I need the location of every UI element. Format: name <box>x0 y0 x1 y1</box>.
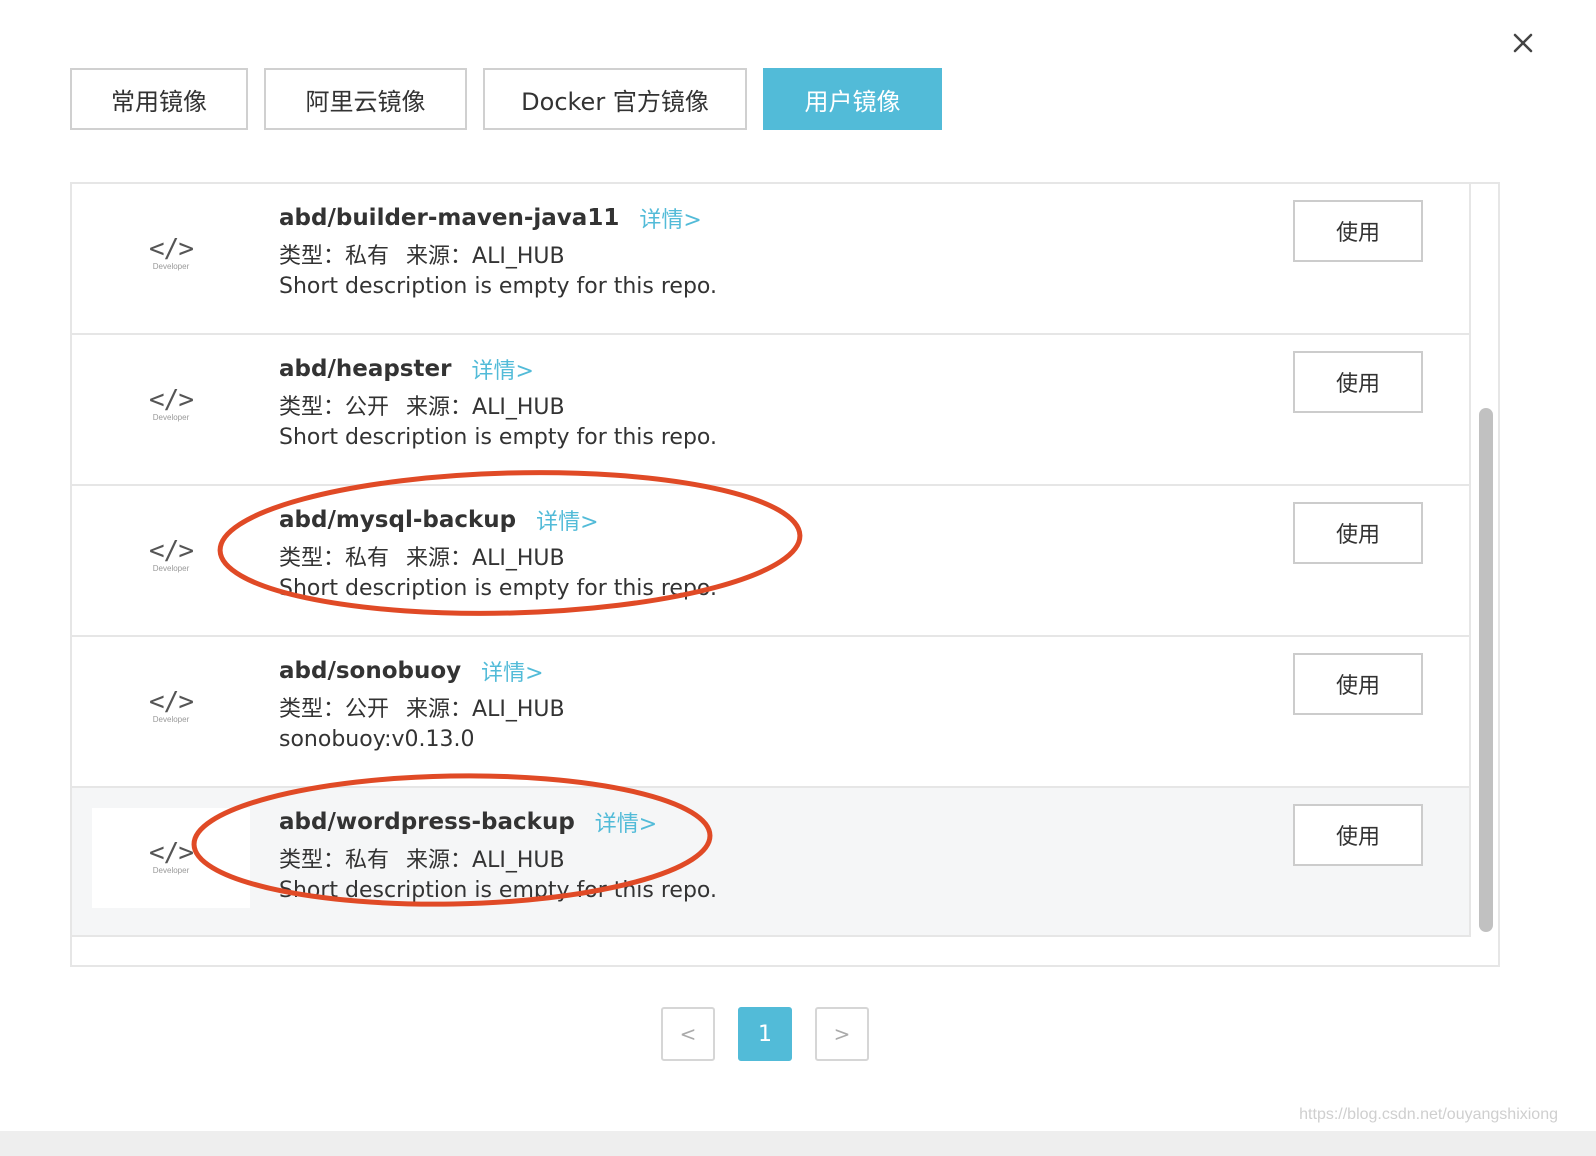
source-value: ALI_HUB <box>472 546 565 571</box>
close-button[interactable] <box>1506 26 1540 60</box>
list-item: </> Developer abd/mysql-backup 详情> 类型：私有… <box>72 486 1469 637</box>
item-description: Short description is empty for this repo… <box>279 274 717 299</box>
type-value: 私有 <box>345 244 390 269</box>
list-item: </> Developer abd/wordpress-backup 详情> 类… <box>72 788 1469 935</box>
item-description: Short description is empty for this repo… <box>279 878 717 903</box>
use-button[interactable]: 使用 <box>1293 502 1423 564</box>
source-value: ALI_HUB <box>472 848 565 873</box>
developer-icon: </> Developer <box>92 355 250 455</box>
type-prefix: 类型： <box>279 395 346 420</box>
item-meta: 类型：私有 来源：ALI_HUB <box>279 842 565 874</box>
list-item: </> Developer abd/builder-maven-java11 详… <box>72 184 1469 335</box>
item-title-line: abd/mysql-backup 详情> <box>279 504 599 536</box>
icon-caption: Developer <box>152 413 190 422</box>
type-prefix: 类型： <box>279 546 346 571</box>
icon-caption: Developer <box>152 564 190 573</box>
source-value: ALI_HUB <box>472 395 565 420</box>
icon-caption: Developer <box>152 866 190 875</box>
scrollbar[interactable] <box>1476 184 1496 937</box>
tab-docker-official-images[interactable]: Docker 官方镜像 <box>483 68 747 130</box>
item-name: abd/heapster <box>279 356 452 382</box>
detail-link[interactable]: 详情> <box>481 655 543 687</box>
item-name: abd/mysql-backup <box>279 507 517 533</box>
source-prefix: 来源： <box>406 546 473 571</box>
pagination-page-1[interactable]: 1 <box>738 1007 792 1061</box>
image-list: </> Developer abd/builder-maven-java11 详… <box>72 184 1471 937</box>
source-value: ALI_HUB <box>472 697 565 722</box>
image-select-dialog: 常用镜像 阿里云镜像 Docker 官方镜像 用户镜像 </> Develope… <box>0 0 1596 1156</box>
item-meta: 类型：私有 来源：ALI_HUB <box>279 540 565 572</box>
bottom-edge <box>0 1131 1596 1156</box>
source-label: 来源：ALI_HUB <box>406 546 565 571</box>
tab-common-images[interactable]: 常用镜像 <box>70 68 248 130</box>
type-prefix: 类型： <box>279 244 346 269</box>
type-value: 公开 <box>345 697 390 722</box>
type-label: 类型：私有 <box>279 244 389 269</box>
source-prefix: 来源： <box>406 697 473 722</box>
source-label: 来源：ALI_HUB <box>406 697 565 722</box>
watermark: https://blog.csdn.net/ouyangshixiong <box>1299 1106 1558 1123</box>
code-icon: </> <box>149 234 194 264</box>
developer-icon: </> Developer <box>92 204 250 304</box>
detail-link[interactable]: 详情> <box>595 806 657 838</box>
type-label: 类型：私有 <box>279 546 389 571</box>
developer-icon: </> Developer <box>92 506 250 606</box>
code-icon: </> <box>149 687 194 717</box>
list-item: </> Developer abd/heapster 详情> 类型：公开 来源：… <box>72 335 1469 486</box>
item-description: Short description is empty for this repo… <box>279 425 717 450</box>
type-value: 私有 <box>345 848 390 873</box>
detail-link[interactable]: 详情> <box>471 353 533 385</box>
developer-icon: </> Developer <box>92 808 250 908</box>
source-prefix: 来源： <box>406 848 473 873</box>
item-title-line: abd/wordpress-backup 详情> <box>279 806 657 838</box>
icon-caption: Developer <box>152 715 190 724</box>
item-meta: 类型：私有 来源：ALI_HUB <box>279 238 565 270</box>
list-item: </> Developer abd/sonobuoy 详情> 类型：公开 来源：… <box>72 637 1469 788</box>
type-prefix: 类型： <box>279 848 346 873</box>
close-icon[interactable] <box>1506 26 1540 60</box>
icon-caption: Developer <box>152 262 190 271</box>
type-value: 私有 <box>345 546 390 571</box>
detail-link[interactable]: 详情> <box>639 202 701 234</box>
item-title-line: abd/heapster 详情> <box>279 353 534 385</box>
source-label: 来源：ALI_HUB <box>406 395 565 420</box>
use-button[interactable]: 使用 <box>1293 200 1423 262</box>
source-prefix: 来源： <box>406 244 473 269</box>
item-meta: 类型：公开 来源：ALI_HUB <box>279 389 565 421</box>
tab-user-images[interactable]: 用户镜像 <box>763 68 942 130</box>
source-label: 来源：ALI_HUB <box>406 244 565 269</box>
item-name: abd/sonobuoy <box>279 658 462 684</box>
use-button[interactable]: 使用 <box>1293 351 1423 413</box>
code-icon: </> <box>149 536 194 566</box>
item-title-line: abd/builder-maven-java11 详情> <box>279 202 702 234</box>
type-label: 类型：私有 <box>279 848 389 873</box>
item-name: abd/builder-maven-java11 <box>279 205 620 231</box>
item-title-line: abd/sonobuoy 详情> <box>279 655 544 687</box>
use-button[interactable]: 使用 <box>1293 804 1423 866</box>
item-meta: 类型：公开 来源：ALI_HUB <box>279 691 565 723</box>
code-icon: </> <box>149 838 194 868</box>
pagination-next-button[interactable]: > <box>815 1007 869 1061</box>
source-label: 来源：ALI_HUB <box>406 848 565 873</box>
item-name: abd/wordpress-backup <box>279 809 575 835</box>
type-label: 类型：公开 <box>279 395 389 420</box>
source-value: ALI_HUB <box>472 244 565 269</box>
type-value: 公开 <box>345 395 390 420</box>
scrollbar-thumb[interactable] <box>1479 408 1493 932</box>
pagination-prev-button[interactable]: < <box>661 1007 715 1061</box>
detail-link[interactable]: 详情> <box>536 504 598 536</box>
source-prefix: 来源： <box>406 395 473 420</box>
use-button[interactable]: 使用 <box>1293 653 1423 715</box>
item-description: sonobuoy:v0.13.0 <box>279 727 475 752</box>
image-list-panel: </> Developer abd/builder-maven-java11 详… <box>70 182 1500 967</box>
type-label: 类型：公开 <box>279 697 389 722</box>
code-icon: </> <box>149 385 194 415</box>
tab-aliyun-images[interactable]: 阿里云镜像 <box>264 68 467 130</box>
type-prefix: 类型： <box>279 697 346 722</box>
item-description: Short description is empty for this repo… <box>279 576 717 601</box>
developer-icon: </> Developer <box>92 657 250 757</box>
